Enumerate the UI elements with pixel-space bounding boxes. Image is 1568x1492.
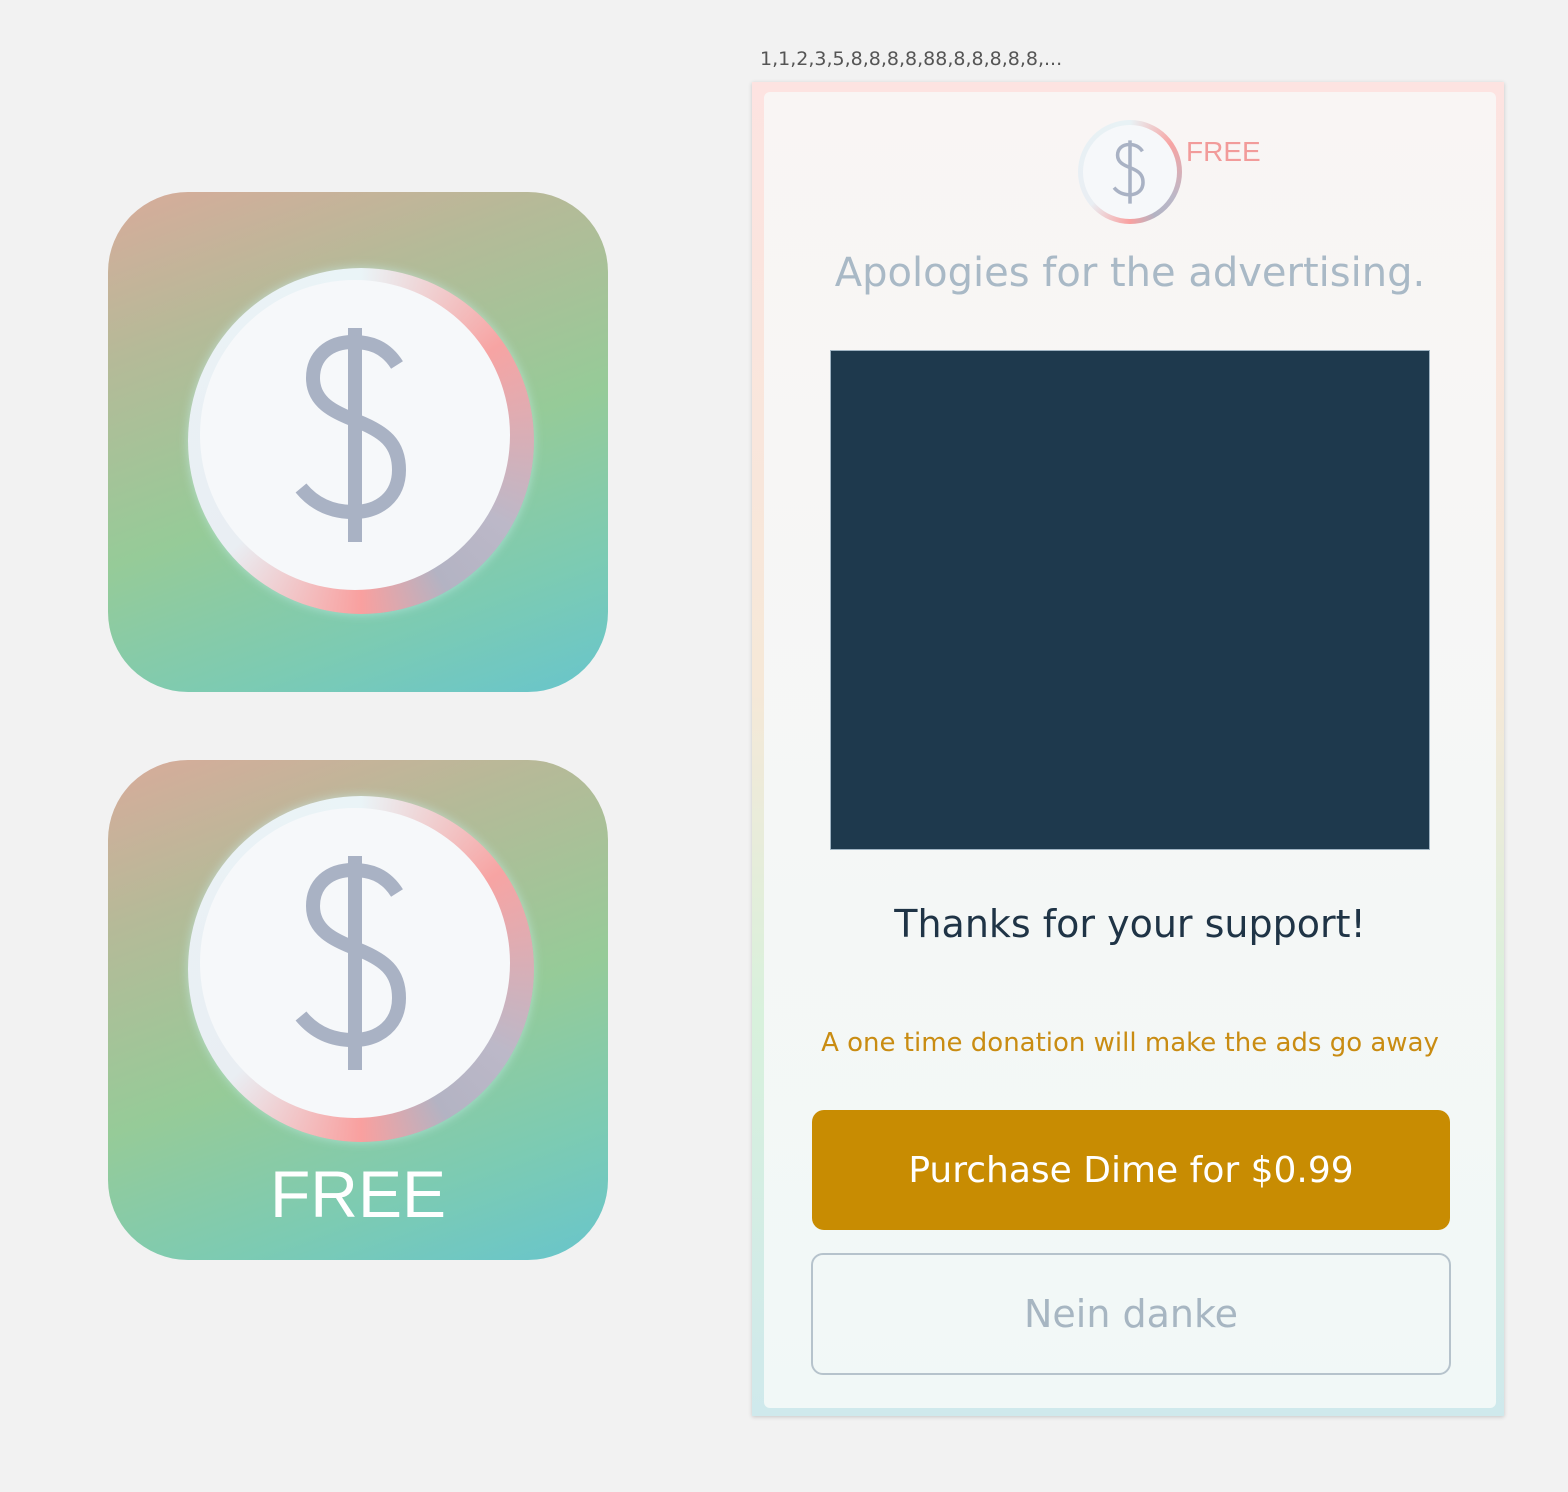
coin — [188, 268, 534, 614]
thanks-text: Thanks for your support! — [894, 902, 1366, 946]
ad-dialog: FREE Apologies for the advertising. Than… — [764, 92, 1496, 1408]
app-icon — [108, 192, 608, 692]
coin — [188, 796, 534, 1142]
free-label: FREE — [269, 1157, 447, 1231]
ad-placeholder[interactable] — [830, 350, 1430, 850]
dollar-icon — [295, 856, 407, 1070]
ad-dialog-frame: FREE Apologies for the advertising. Than… — [752, 82, 1504, 1416]
purchase-button[interactable]: Purchase Dime for $0.99 — [812, 1110, 1450, 1230]
free-badge-label: FREE — [1186, 136, 1261, 167]
sequence-text: 1,1,2,3,5,8,8,8,8,88,8,8,8,8,8,... — [760, 48, 1063, 70]
app-icon-free: FREE — [108, 760, 608, 1260]
decline-button[interactable]: Nein danke — [811, 1253, 1451, 1375]
dollar-icon — [1112, 140, 1145, 204]
donation-note: A one time donation will make the ads go… — [821, 1028, 1439, 1058]
coin-badge — [1078, 120, 1182, 224]
dollar-icon — [295, 328, 407, 542]
dialog-headline: Apologies for the advertising. — [834, 250, 1426, 296]
